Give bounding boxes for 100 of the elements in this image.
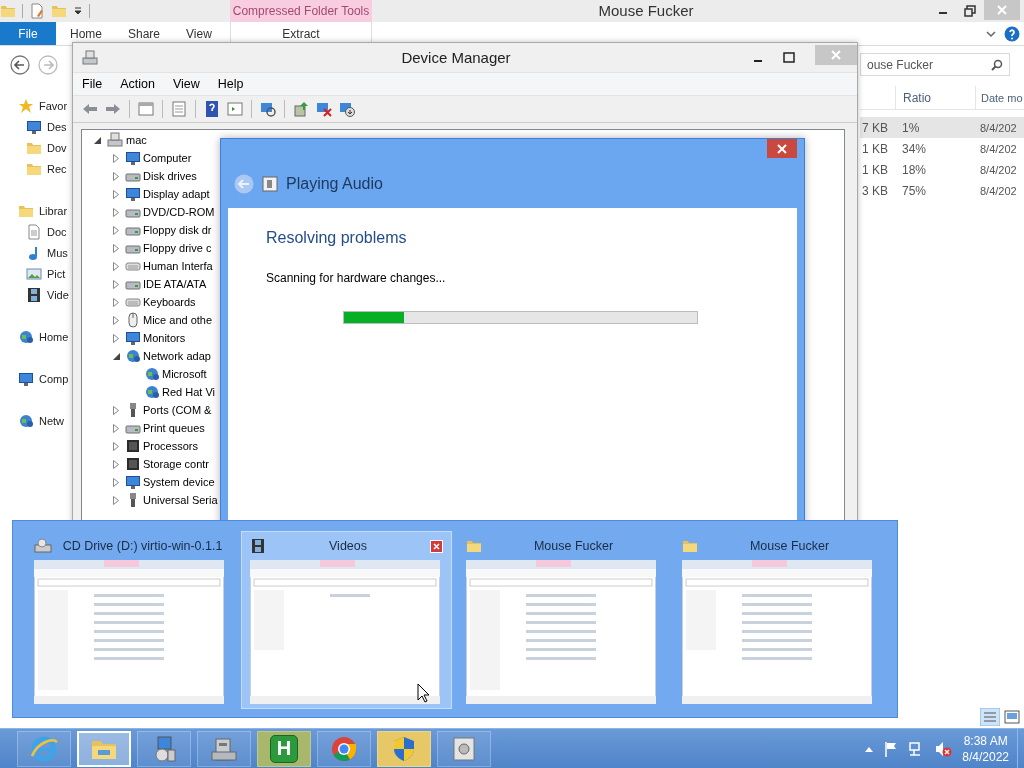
- collapsed-arrow-icon[interactable]: [113, 189, 119, 199]
- collapsed-arrow-icon[interactable]: [113, 243, 119, 253]
- sidebar-item[interactable]: Librar: [0, 200, 72, 221]
- window-preview[interactable]: Mouse Fucker: [457, 531, 668, 709]
- file-row[interactable]: 1 KB 34% 8/4/202: [860, 138, 1024, 159]
- collapsed-arrow-icon[interactable]: [113, 279, 119, 289]
- taskbar-button[interactable]: [17, 730, 71, 767]
- sidebar-item[interactable]: Des: [0, 116, 72, 137]
- properties-icon[interactable]: [170, 100, 188, 118]
- taskbar-button[interactable]: [197, 730, 251, 767]
- flag-icon[interactable]: [884, 740, 899, 757]
- file-row[interactable]: 1 KB 18% 8/4/202: [860, 159, 1024, 180]
- scan-icon[interactable]: [259, 100, 277, 118]
- menu-item[interactable]: Action: [111, 77, 164, 91]
- taskbar-button[interactable]: [137, 730, 191, 767]
- collapsed-arrow-icon[interactable]: [113, 405, 119, 415]
- tree-item[interactable]: Mice and othe: [82, 311, 213, 329]
- tree-item[interactable]: Network adap: [82, 347, 211, 365]
- expanded-arrow-icon[interactable]: [93, 136, 101, 144]
- console-tree-icon[interactable]: [137, 100, 155, 118]
- tree-item[interactable]: Universal Seria: [82, 491, 218, 509]
- taskbar-button[interactable]: [437, 730, 491, 767]
- enable-icon[interactable]: [338, 100, 356, 118]
- taskbar-button[interactable]: [377, 730, 431, 767]
- tree-item[interactable]: System device: [82, 473, 215, 491]
- tree-item[interactable]: Monitors: [82, 329, 186, 347]
- clock[interactable]: 8:38 AM 8/4/2022: [962, 732, 1009, 765]
- sidebar-item[interactable]: Home: [0, 326, 72, 347]
- collapsed-arrow-icon[interactable]: [113, 207, 119, 217]
- window-thumbnail[interactable]: [682, 560, 872, 704]
- sidebar-item[interactable]: Mus: [0, 242, 72, 263]
- collapsed-arrow-icon[interactable]: [113, 459, 119, 469]
- window-thumbnail[interactable]: [250, 560, 440, 704]
- collapsed-arrow-icon[interactable]: [113, 477, 119, 487]
- tree-item[interactable]: Display adapt: [82, 185, 210, 203]
- update-driver-icon[interactable]: [292, 100, 310, 118]
- tree-item[interactable]: Human Interfa: [82, 257, 213, 275]
- window-preview[interactable]: Mouse Fucker: [673, 531, 884, 709]
- forward-icon[interactable]: [38, 54, 58, 75]
- tree-item[interactable]: Floppy disk dr: [82, 221, 212, 239]
- tree-item[interactable]: Disk drives: [82, 167, 197, 185]
- tree-item[interactable]: Floppy drive c: [82, 239, 212, 257]
- tree-item[interactable]: Red Hat Vi: [82, 383, 215, 401]
- tree-item[interactable]: Storage contr: [82, 455, 210, 473]
- column-header[interactable]: Date mo: [975, 86, 1024, 109]
- column-header[interactable]: Ratio: [895, 86, 975, 109]
- tree-item[interactable]: Print queues: [82, 419, 205, 437]
- file-tab[interactable]: File: [0, 22, 56, 45]
- collapsed-arrow-icon[interactable]: [113, 225, 119, 235]
- sidebar-item[interactable]: Doc: [0, 221, 72, 242]
- tree-item[interactable]: mac: [82, 131, 147, 149]
- collapsed-arrow-icon[interactable]: [113, 333, 119, 343]
- close-button[interactable]: [767, 139, 797, 158]
- menu-item[interactable]: Help: [208, 77, 253, 91]
- collapsed-arrow-icon[interactable]: [113, 261, 119, 271]
- tree-item[interactable]: IDE ATA/ATA: [82, 275, 207, 293]
- window-preview[interactable]: CD Drive (D:) virtio-win-0.1.1: [25, 531, 236, 709]
- collapsed-arrow-icon[interactable]: [113, 423, 119, 433]
- ribbon-tab[interactable]: View: [172, 22, 230, 45]
- menu-item[interactable]: View: [163, 77, 209, 91]
- tree-item[interactable]: Ports (COM &: [82, 401, 212, 419]
- file-row[interactable]: 7 KB 1% 8/4/202: [860, 117, 1024, 138]
- collapsed-arrow-icon[interactable]: [113, 441, 119, 451]
- taskbar-button[interactable]: [77, 730, 131, 767]
- taskbar-button[interactable]: H: [257, 730, 311, 767]
- back-icon[interactable]: [10, 54, 30, 75]
- restore-icon[interactable]: [964, 5, 976, 17]
- help-icon[interactable]: [1004, 25, 1020, 42]
- chevron-icon[interactable]: [986, 28, 996, 39]
- sidebar-item[interactable]: Vide: [0, 284, 72, 305]
- dropdown-icon[interactable]: [73, 6, 83, 16]
- help-icon[interactable]: [203, 100, 221, 118]
- uninstall-icon[interactable]: [315, 100, 333, 118]
- menu-item[interactable]: File: [73, 77, 112, 91]
- sidebar-item[interactable]: Netw: [0, 410, 72, 431]
- collapsed-arrow-icon[interactable]: [113, 297, 119, 307]
- document-icon[interactable]: [29, 3, 45, 19]
- search-field[interactable]: ouse Fucker: [860, 53, 1010, 76]
- collapsed-arrow-icon[interactable]: [113, 153, 119, 163]
- tree-item[interactable]: Processors: [82, 437, 199, 455]
- details-view-icon[interactable]: [980, 708, 1000, 726]
- window-thumbnail[interactable]: [34, 560, 224, 704]
- ribbon-tab[interactable]: Share: [114, 22, 172, 45]
- sidebar-item[interactable]: Pict: [0, 263, 72, 284]
- sidebar-item[interactable]: Rec: [0, 158, 72, 179]
- maximize-icon[interactable]: [783, 51, 795, 64]
- sidebar-item[interactable]: Dov: [0, 137, 72, 158]
- collapsed-arrow-icon[interactable]: [113, 495, 119, 505]
- tree-item[interactable]: Microsoft: [82, 365, 207, 383]
- tree-item[interactable]: Computer: [82, 149, 192, 167]
- collapsed-arrow-icon[interactable]: [113, 171, 119, 181]
- window-thumbnail[interactable]: [466, 560, 656, 704]
- taskbar-button[interactable]: [317, 730, 371, 767]
- expanded-arrow-icon[interactable]: [112, 352, 120, 360]
- close-button[interactable]: [430, 539, 443, 553]
- file-row[interactable]: 3 KB 75% 8/4/202: [860, 180, 1024, 201]
- collapsed-arrow-icon[interactable]: [113, 315, 119, 325]
- sidebar-item[interactable]: Favor: [0, 95, 72, 116]
- tree-item[interactable]: Keyboards: [82, 293, 196, 311]
- tiles-view-icon[interactable]: [1004, 710, 1020, 724]
